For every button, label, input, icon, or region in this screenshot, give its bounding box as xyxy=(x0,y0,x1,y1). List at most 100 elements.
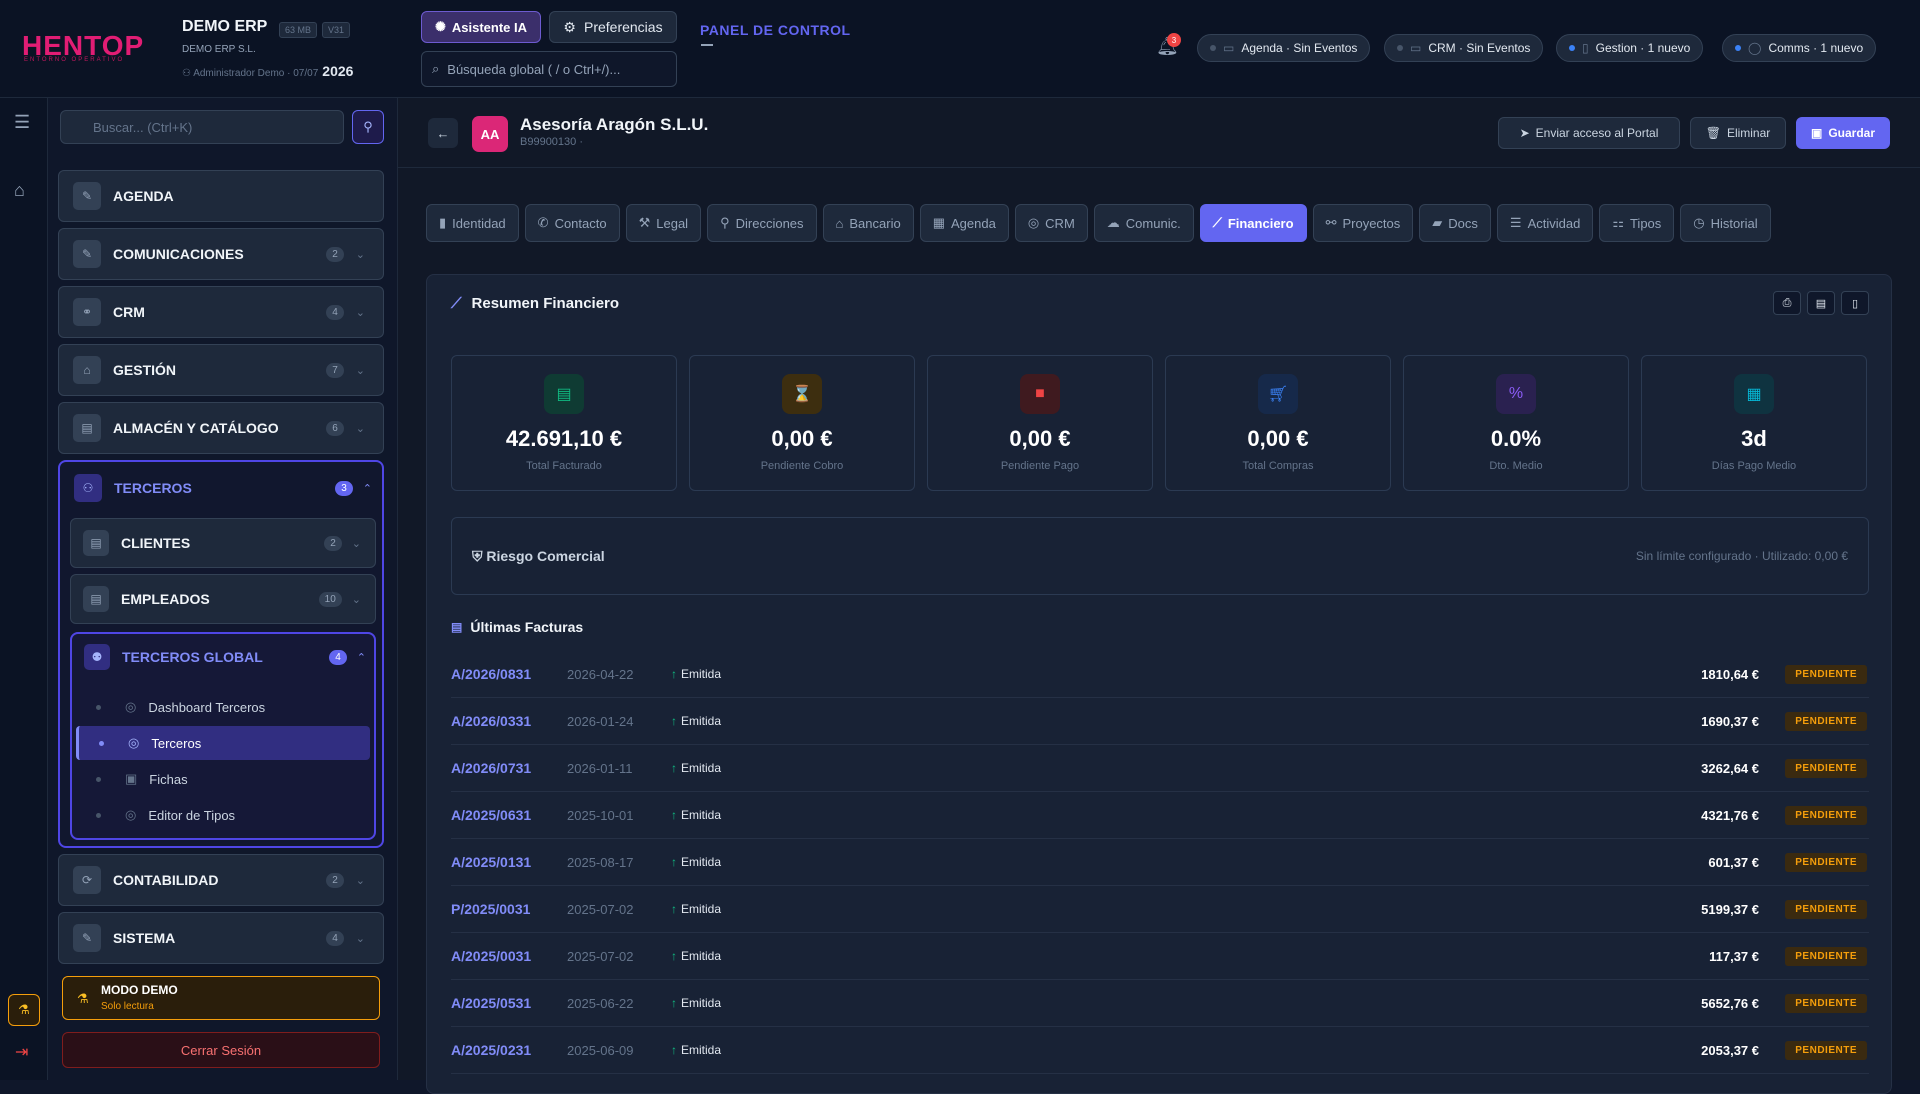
count-badge: 6 xyxy=(326,420,344,436)
bank-icon: ⌂ xyxy=(73,356,101,384)
accounting-icon: ⟳ xyxy=(73,866,101,894)
sidebar-leaf-terceros[interactable]: ◎ Terceros xyxy=(76,726,370,760)
arrow-up-icon: ↑ xyxy=(671,855,677,869)
receipt-icon: ■ xyxy=(1020,374,1060,414)
chevron-down-icon: ⌄ xyxy=(351,537,361,550)
sidebar-item-empleados[interactable]: ▤ EMPLEADOS 10 ⌄ xyxy=(70,574,376,624)
diagram-icon: ⚯ xyxy=(1325,215,1337,230)
preferences-button[interactable]: ⚙ Preferencias xyxy=(549,11,677,43)
risk-value: Sin límite configurado · Utilizado: 0,00… xyxy=(1635,549,1848,563)
invoice-amount: 5652,76 € xyxy=(1701,995,1759,1011)
invoice-link[interactable]: A/2025/0531 xyxy=(451,995,531,1011)
sidebar-item-contabilidad[interactable]: ⟳ CONTABILIDAD 2 ⌄ xyxy=(58,854,384,906)
sidebar-leaf-editor-tipos[interactable]: ◎ Editor de Tipos xyxy=(76,798,370,832)
tab-comunicaciones[interactable]: ☁ Comunic. xyxy=(1093,204,1194,242)
print-icon[interactable]: ⎙ xyxy=(1773,291,1801,315)
delete-button[interactable]: 🗑︎ Eliminar xyxy=(1690,117,1786,149)
sidebar-item-sistema[interactable]: ✎ SISTEMA 4 ⌄ xyxy=(58,912,384,964)
invoice-link[interactable]: A/2026/0331 xyxy=(451,713,531,729)
sidebar-item-crm[interactable]: ⚭ CRM 4 ⌄ xyxy=(58,286,384,338)
menu-icon[interactable]: ☰ xyxy=(14,112,30,133)
arrow-up-icon: ↑ xyxy=(671,808,677,822)
logout-icon[interactable]: ⇥ xyxy=(15,1042,28,1062)
tab-bancario[interactable]: ⌂ Bancario xyxy=(822,204,914,242)
flask-icon[interactable]: ⚗ xyxy=(8,994,40,1026)
tab-legal[interactable]: ⚒ Legal xyxy=(625,204,702,242)
bullet xyxy=(96,812,101,818)
pdf-icon[interactable]: ▤ xyxy=(1807,291,1835,315)
record-name: Asesoría Aragón S.L.U. xyxy=(520,115,709,134)
sidebar-item-agenda[interactable]: ✎ AGENDA xyxy=(58,170,384,222)
invoice-status: ↑ Emitida xyxy=(671,949,721,963)
crm-events-label: CRM · Sin Eventos xyxy=(1428,41,1531,55)
sidebar-item-almacen[interactable]: ▤ ALMACÉN Y CATÁLOGO 6 ⌄ xyxy=(58,402,384,454)
kpi-value: 0,00 € xyxy=(1247,426,1309,451)
ai-assistant-button[interactable]: ✺ Asistente IA xyxy=(421,11,541,43)
invoice-date: 2025-07-02 xyxy=(567,901,634,917)
invoice-date: 2025-10-01 xyxy=(567,807,634,823)
logout-button[interactable]: Cerrar Sesión xyxy=(62,1032,380,1068)
sidebar-item-comunicaciones[interactable]: ✎ COMUNICACIONES 2 ⌄ xyxy=(58,228,384,280)
sidebar-search-input[interactable]: Buscar... (Ctrl+K) xyxy=(60,110,344,144)
arrow-up-icon: ↑ xyxy=(671,996,677,1010)
kpi-value: 0,00 € xyxy=(1009,426,1071,451)
invoice-link[interactable]: P/2025/0031 xyxy=(451,901,530,917)
sidebar-item-gestion[interactable]: ⌂ GESTIÓN 7 ⌄ xyxy=(58,344,384,396)
agenda-events-chip[interactable]: ▭ Agenda · Sin Eventos xyxy=(1197,34,1371,62)
crm-icon: ⚭ xyxy=(73,298,101,326)
terceros-icon: ◎ xyxy=(128,735,140,750)
record-tabs: ▮ Identidad ✆ Contacto ⚒ Legal ⚲ Direcciones… xyxy=(426,204,1771,242)
invoice-link[interactable]: A/2026/0831 xyxy=(451,666,531,682)
version-pill: V31 xyxy=(322,22,351,38)
comms-events-chip[interactable]: ◯ Comms · 1 nuevo xyxy=(1722,34,1877,62)
risk-title: ⛨ Riesgo Comercial xyxy=(472,548,605,565)
panel-title[interactable]: PANEL DE CONTROL xyxy=(700,22,851,38)
send-portal-button[interactable]: ➤ Enviar acceso al Portal xyxy=(1498,117,1680,149)
kpi-value: 42.691,10 € xyxy=(505,426,623,451)
tab-label: Comunic. xyxy=(1125,215,1181,231)
sidebar-item-label: GESTIÓN xyxy=(113,362,177,378)
export-icon[interactable]: ▯ xyxy=(1841,291,1869,315)
invoice-link[interactable]: A/2025/0631 xyxy=(451,807,531,823)
tab-proyectos[interactable]: ⚯ Proyectos xyxy=(1312,204,1414,242)
sidebar-item-label: CONTABILIDAD xyxy=(113,872,219,888)
tab-identidad[interactable]: ▮ Identidad xyxy=(426,204,519,242)
back-arrow-icon[interactable]: ← xyxy=(428,118,458,148)
invoice-link[interactable]: A/2025/0131 xyxy=(451,854,531,870)
invoice-link[interactable]: A/2025/0031 xyxy=(451,948,531,964)
tab-crm[interactable]: ◎ CRM xyxy=(1014,204,1088,242)
gestion-events-chip[interactable]: ▯ Gestion · 1 nuevo xyxy=(1556,34,1704,62)
tab-agenda[interactable]: ▦ Agenda xyxy=(919,204,1009,242)
save-label: Guardar xyxy=(1828,126,1876,140)
invoice-link[interactable]: A/2025/0231 xyxy=(451,1042,531,1058)
home-icon[interactable]: ⌂ xyxy=(14,180,25,201)
save-button[interactable]: ▣ Guardar xyxy=(1796,117,1890,149)
sidebar-leaf-fichas[interactable]: ▣ Fichas xyxy=(76,762,370,796)
invoices-title-text: Últimas Facturas xyxy=(470,619,584,635)
tab-financiero[interactable]: ⟋ Financiero xyxy=(1199,204,1307,242)
gavel-icon: ⚒ xyxy=(638,215,651,230)
app-logo-subtitle: ENTORNO OPERATIVO xyxy=(24,57,125,63)
sidebar-leaf-dashboard-terceros[interactable]: ◎ Dashboard Terceros xyxy=(76,690,370,724)
invoice-status: ↑ Emitida xyxy=(671,761,721,775)
crm-events-chip[interactable]: ▭ CRM · Sin Eventos xyxy=(1384,34,1544,62)
tab-contacto[interactable]: ✆ Contacto xyxy=(524,204,620,242)
pin-icon[interactable]: ⚲ xyxy=(352,110,384,144)
tab-actividad[interactable]: ☰ Actividad xyxy=(1496,204,1594,242)
kpi-label: Días Pago Medio xyxy=(1711,460,1797,472)
chart-line-icon: ⟋ xyxy=(1212,215,1222,230)
invoice-status: ↑ Emitida xyxy=(671,1043,721,1057)
sidebar-item-terceros[interactable]: ⚇ TERCEROS 3 ⌃ xyxy=(74,474,372,502)
tab-direcciones[interactable]: ⚲ Direcciones xyxy=(707,204,817,242)
tab-tipos[interactable]: ⚏ Tipos xyxy=(1599,204,1675,242)
global-search-input[interactable]: ⌕ Búsqueda global ( / o Ctrl+/)... xyxy=(421,51,677,87)
sidebar-item-clientes[interactable]: ▤ CLIENTES 2 ⌄ xyxy=(70,518,376,568)
sidebar-item-terceros-global[interactable]: ⚉ TERCEROS GLOBAL 4 ⌃ xyxy=(84,644,366,670)
panel-underline xyxy=(701,44,713,46)
kpi-row: ▤ 42.691,10 € Total Facturado ⌛ 0,00 € Pendi… xyxy=(451,355,1867,491)
kpi-dias-pago-medio: ▦ 3d Días Pago Medio xyxy=(1641,355,1867,491)
tab-docs[interactable]: ▰ Docs xyxy=(1419,204,1491,242)
tab-historial[interactable]: ◷ Historial xyxy=(1680,204,1771,242)
invoice-link[interactable]: A/2026/0731 xyxy=(451,760,531,776)
invoice-amount: 5199,37 € xyxy=(1701,901,1759,917)
